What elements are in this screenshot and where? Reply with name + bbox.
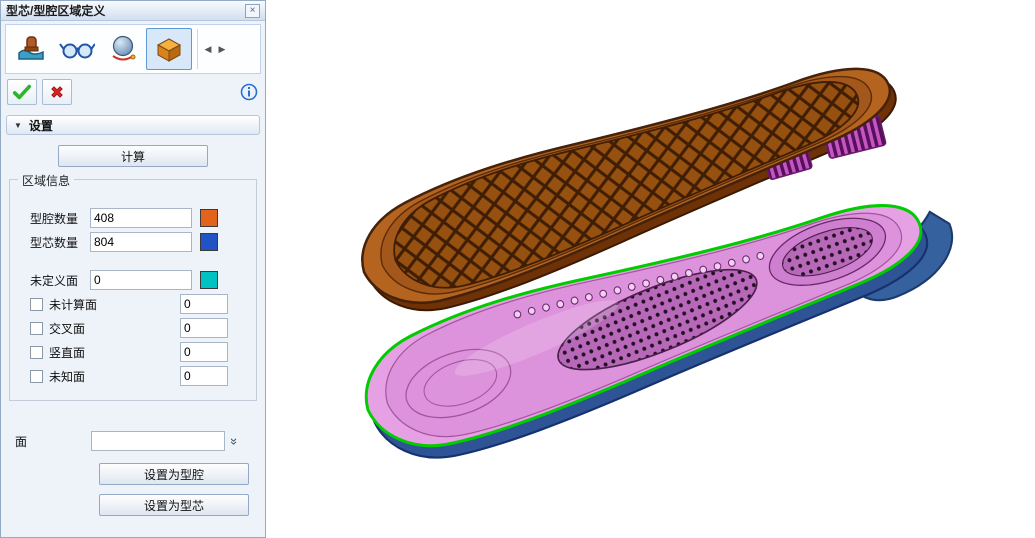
face-label: 面: [15, 433, 91, 450]
core-count-input[interactable]: [90, 232, 192, 252]
cavity-count-input[interactable]: [90, 208, 192, 228]
app-window: 型芯/型腔区域定义 ×: [0, 0, 1035, 538]
scroll-right-icon[interactable]: ▶: [215, 44, 229, 55]
ok-button[interactable]: [7, 79, 37, 105]
crossing-face-label: 交叉面: [49, 320, 85, 337]
settings-section-header[interactable]: ▼ 设置: [6, 115, 260, 135]
dialog-actions: [7, 79, 259, 105]
check-glasses-button[interactable]: [54, 28, 100, 70]
calculate-button[interactable]: 计算: [58, 145, 208, 167]
crossing-face-row: 交叉面: [30, 318, 228, 338]
scroll-left-icon[interactable]: ◀: [201, 44, 215, 55]
uncalculated-face-label: 未计算面: [49, 296, 97, 313]
parting-tool-button[interactable]: [8, 28, 54, 70]
cavity-count-label: 型腔数量: [30, 210, 90, 227]
toolbar-divider: [197, 29, 198, 69]
set-as-core-button[interactable]: 设置为型芯: [99, 494, 249, 516]
uncalculated-face-input[interactable]: [180, 294, 228, 314]
face-select-input[interactable]: [91, 431, 225, 451]
uncalculated-face-checkbox[interactable]: [30, 298, 43, 311]
parting-tool-icon: [15, 34, 47, 64]
core-cavity-dialog: 型芯/型腔区域定义 ×: [0, 0, 266, 538]
vertical-face-input[interactable]: [180, 342, 228, 362]
sphere-icon: [107, 34, 139, 64]
mold-toolbar: ◀ ▶: [5, 24, 261, 74]
help-button[interactable]: [239, 82, 259, 102]
undefined-color-swatch[interactable]: [200, 271, 218, 289]
region-box-icon: [153, 34, 185, 64]
vertical-face-row: 竖直面: [30, 342, 228, 362]
undefined-face-label: 未定义面: [30, 272, 90, 289]
unknown-face-checkbox[interactable]: [30, 370, 43, 383]
unknown-face-row: 未知面: [30, 366, 228, 386]
settings-label: 设置: [29, 117, 53, 134]
core-count-row: 型芯数量: [30, 232, 248, 252]
uncalculated-face-row: 未计算面: [30, 294, 228, 314]
cavity-count-row: 型腔数量: [30, 208, 248, 228]
unknown-face-input[interactable]: [180, 366, 228, 386]
close-icon[interactable]: ×: [245, 4, 260, 18]
vertical-face-label: 竖直面: [49, 344, 85, 361]
viewport-3d-canvas[interactable]: [266, 0, 1035, 538]
core-color-swatch[interactable]: [200, 233, 218, 251]
region-info-group: 区域信息 型腔数量 型芯数量 未定义面 未计算面: [9, 179, 257, 401]
region-definition-button[interactable]: [146, 28, 192, 70]
dialog-titlebar: 型芯/型腔区域定义 ×: [1, 1, 265, 21]
cavity-color-swatch[interactable]: [200, 209, 218, 227]
glasses-icon: [59, 35, 95, 63]
crossing-face-checkbox[interactable]: [30, 322, 43, 335]
expand-chevron-icon[interactable]: »: [227, 437, 242, 444]
crossing-face-input[interactable]: [180, 318, 228, 338]
cancel-x-icon: [48, 83, 66, 101]
cancel-button[interactable]: [42, 79, 72, 105]
core-count-label: 型芯数量: [30, 234, 90, 251]
unknown-face-label: 未知面: [49, 368, 85, 385]
graphics-viewport[interactable]: [266, 0, 1035, 538]
dialog-title: 型芯/型腔区域定义: [6, 2, 105, 19]
collapse-arrow-icon: ▼: [14, 121, 22, 130]
undefined-face-row: 未定义面: [30, 270, 248, 290]
info-icon: [240, 83, 258, 101]
check-icon: [12, 83, 32, 101]
face-select-row: 面 »: [15, 431, 255, 451]
set-as-cavity-button[interactable]: 设置为型腔: [99, 463, 249, 485]
undefined-face-input[interactable]: [90, 270, 192, 290]
region-info-title: 区域信息: [18, 172, 74, 189]
vertical-face-checkbox[interactable]: [30, 346, 43, 359]
shrink-sphere-button[interactable]: [100, 28, 146, 70]
